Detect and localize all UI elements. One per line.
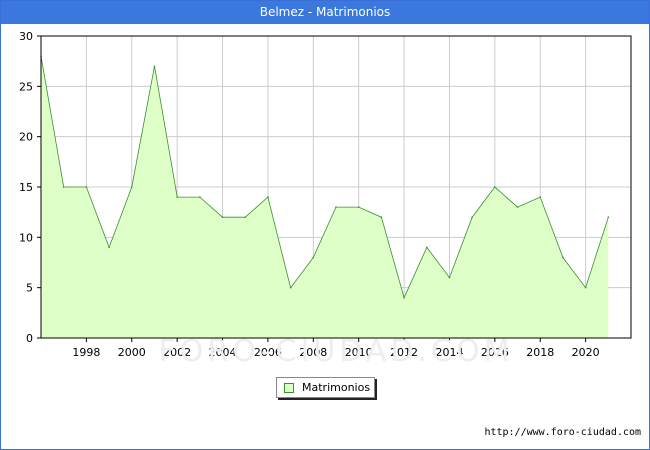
y-tick-label: 30 — [19, 30, 33, 43]
data-point — [516, 206, 519, 208]
data-point — [357, 206, 360, 208]
y-tick-label: 20 — [19, 131, 33, 144]
data-point — [85, 186, 88, 188]
data-point — [244, 216, 247, 218]
data-point — [494, 186, 496, 188]
data-point — [335, 206, 337, 208]
data-point — [130, 186, 133, 188]
legend: Matrimonios — [276, 377, 375, 398]
data-point — [312, 256, 315, 259]
data-point — [539, 196, 542, 198]
x-tick-label: 1998 — [72, 346, 100, 359]
data-point — [562, 256, 564, 259]
x-tick-label: 2014 — [435, 346, 463, 359]
source-url[interactable]: http://www.foro-ciudad.com — [484, 427, 641, 438]
x-tick-label: 2006 — [254, 346, 282, 359]
x-tick-label: 2000 — [118, 346, 146, 359]
data-point — [448, 276, 451, 279]
x-tick-label: 2002 — [163, 346, 191, 359]
data-point — [153, 65, 156, 67]
data-point — [62, 186, 65, 188]
x-tick-label: 2016 — [481, 346, 509, 359]
data-point — [471, 216, 473, 218]
data-point — [199, 196, 201, 198]
x-tick-label: 2018 — [526, 346, 554, 359]
x-tick-label: 2012 — [390, 346, 418, 359]
data-point — [267, 196, 269, 198]
data-point — [380, 216, 383, 218]
data-point — [289, 286, 292, 289]
data-point — [425, 246, 428, 249]
y-tick-label: 5 — [26, 282, 33, 295]
data-point — [584, 286, 587, 289]
data-point — [403, 296, 405, 299]
y-tick-label: 25 — [19, 80, 33, 93]
legend-swatch — [284, 383, 294, 393]
chart-frame: 0 5 10 15 20 25 30 1998 2000 2002 2004 2006 2008 2010… — [0, 0, 650, 450]
x-tick-label: 2020 — [572, 346, 600, 359]
chart-title: Belmez - Matrimonios — [1, 1, 649, 24]
data-point — [221, 216, 224, 218]
data-point — [176, 196, 178, 198]
y-tick-label: 10 — [19, 231, 33, 244]
data-point — [108, 246, 110, 249]
y-tick-label: 15 — [19, 181, 33, 194]
x-tick-label: 2008 — [299, 346, 327, 359]
data-point — [607, 216, 610, 218]
legend-label-matrimonios: Matrimonios — [302, 381, 371, 394]
x-tick-label: 2004 — [209, 346, 237, 359]
x-tick-label: 2010 — [345, 346, 373, 359]
y-tick-label: 0 — [26, 332, 33, 345]
